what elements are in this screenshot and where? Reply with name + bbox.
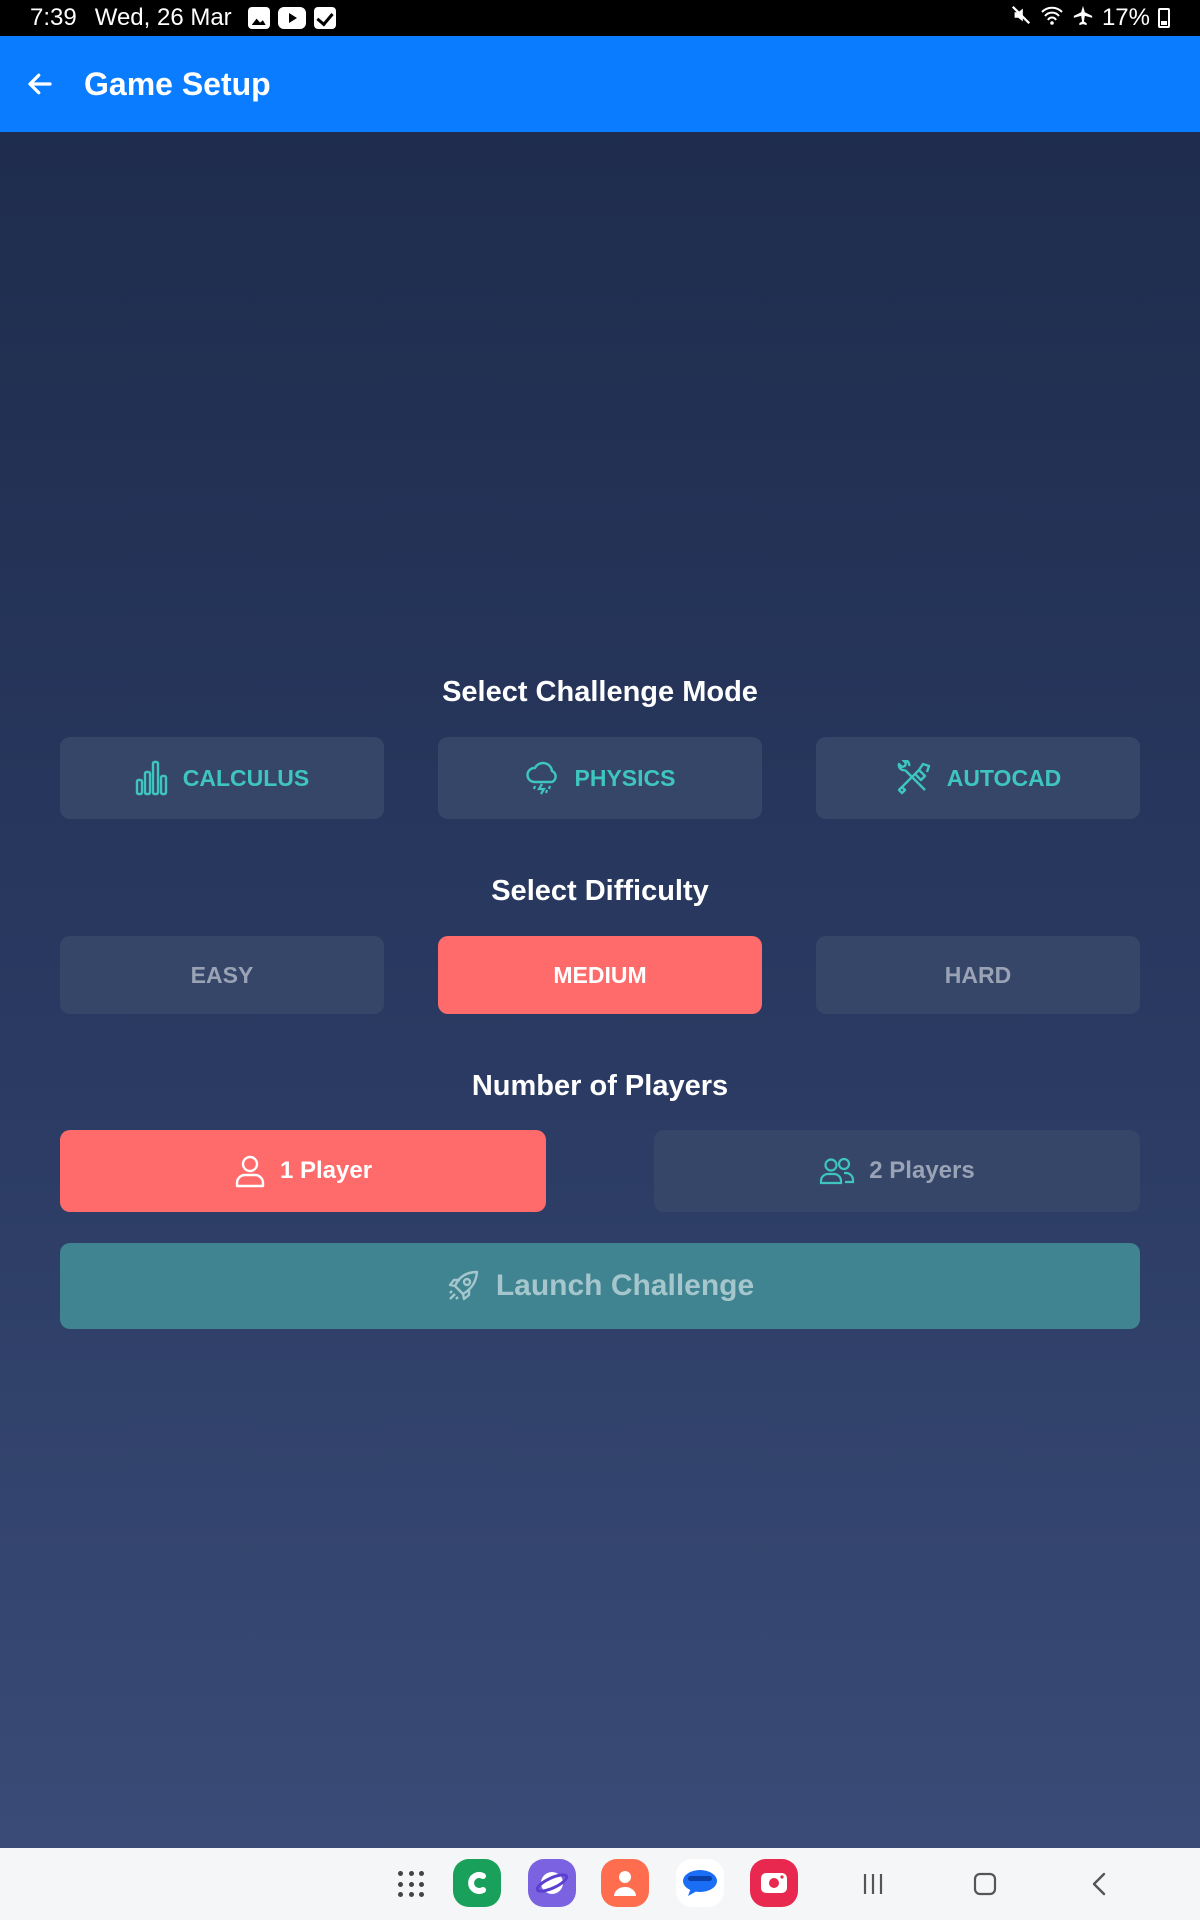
status-date: Wed, 26 Mar: [94, 4, 232, 31]
difficulty-label: HARD: [944, 961, 1012, 988]
difficulty-label: EASY: [190, 961, 254, 988]
home-icon: [973, 1872, 997, 1896]
storm-cloud-icon: [525, 760, 561, 796]
app-bar: Game Setup: [0, 36, 1200, 132]
mode-label: AUTOCAD: [946, 764, 1062, 791]
messages-app-icon[interactable]: [676, 1859, 724, 1907]
gallery-notification-icon: [247, 7, 270, 29]
player-label: 2 Players: [869, 1157, 975, 1184]
back-button[interactable]: [24, 68, 56, 100]
status-bar: 7:39 Wed, 26 Mar 17%: [0, 0, 1200, 36]
challenge-mode-title: Select Challenge Mode: [442, 676, 758, 708]
system-nav-bar: [0, 1848, 1200, 1920]
recent-apps-icon: [863, 1874, 883, 1894]
difficulty-easy-button[interactable]: EASY: [60, 936, 384, 1014]
mute-icon: [1010, 4, 1032, 33]
mode-physics-button[interactable]: PHYSICS: [438, 737, 762, 819]
page-title: Game Setup: [84, 65, 271, 102]
mode-label: CALCULUS: [182, 764, 310, 791]
difficulty-title: Select Difficulty: [491, 875, 709, 907]
phone-app-icon[interactable]: [453, 1859, 501, 1907]
checkbox-notification-icon: [313, 7, 336, 29]
tools-icon: [895, 760, 933, 796]
player-label: 1 Player: [279, 1157, 373, 1184]
status-time: 7:39: [30, 4, 77, 31]
app-drawer-icon[interactable]: [398, 1871, 426, 1899]
recent-apps-button[interactable]: [860, 1871, 886, 1902]
youtube-notification-icon: [277, 7, 306, 29]
two-players-button[interactable]: 2 Players: [654, 1130, 1140, 1212]
battery-text: 17%: [1101, 4, 1150, 31]
user-icon: [234, 1154, 266, 1188]
players-title: Number of Players: [471, 1070, 729, 1102]
launch-challenge-button[interactable]: Launch Challenge: [60, 1243, 1140, 1329]
home-button[interactable]: [972, 1871, 998, 1902]
difficulty-label: MEDIUM: [553, 961, 647, 988]
launch-label: Launch Challenge: [495, 1269, 755, 1302]
wifi-icon: [1040, 4, 1064, 33]
difficulty-medium-button[interactable]: MEDIUM: [438, 936, 762, 1014]
chevron-left-icon: [1092, 1872, 1106, 1896]
arrow-left-icon: [28, 73, 52, 95]
battery-icon: [1158, 8, 1170, 28]
mode-label: PHYSICS: [574, 764, 676, 791]
difficulty-hard-button[interactable]: HARD: [816, 936, 1140, 1014]
users-icon: [819, 1157, 855, 1185]
mode-calculus-button[interactable]: CALCULUS: [60, 737, 384, 819]
contacts-app-icon[interactable]: [601, 1859, 649, 1907]
system-back-button[interactable]: [1087, 1871, 1113, 1902]
one-player-button[interactable]: 1 Player: [60, 1130, 546, 1212]
internet-app-icon[interactable]: [528, 1859, 576, 1907]
rocket-icon: [446, 1269, 480, 1303]
bar-chart-icon: [135, 760, 169, 796]
airplane-mode-icon: [1072, 4, 1094, 33]
screen-recorder-app-icon[interactable]: [750, 1859, 798, 1907]
mode-autocad-button[interactable]: AUTOCAD: [816, 737, 1140, 819]
